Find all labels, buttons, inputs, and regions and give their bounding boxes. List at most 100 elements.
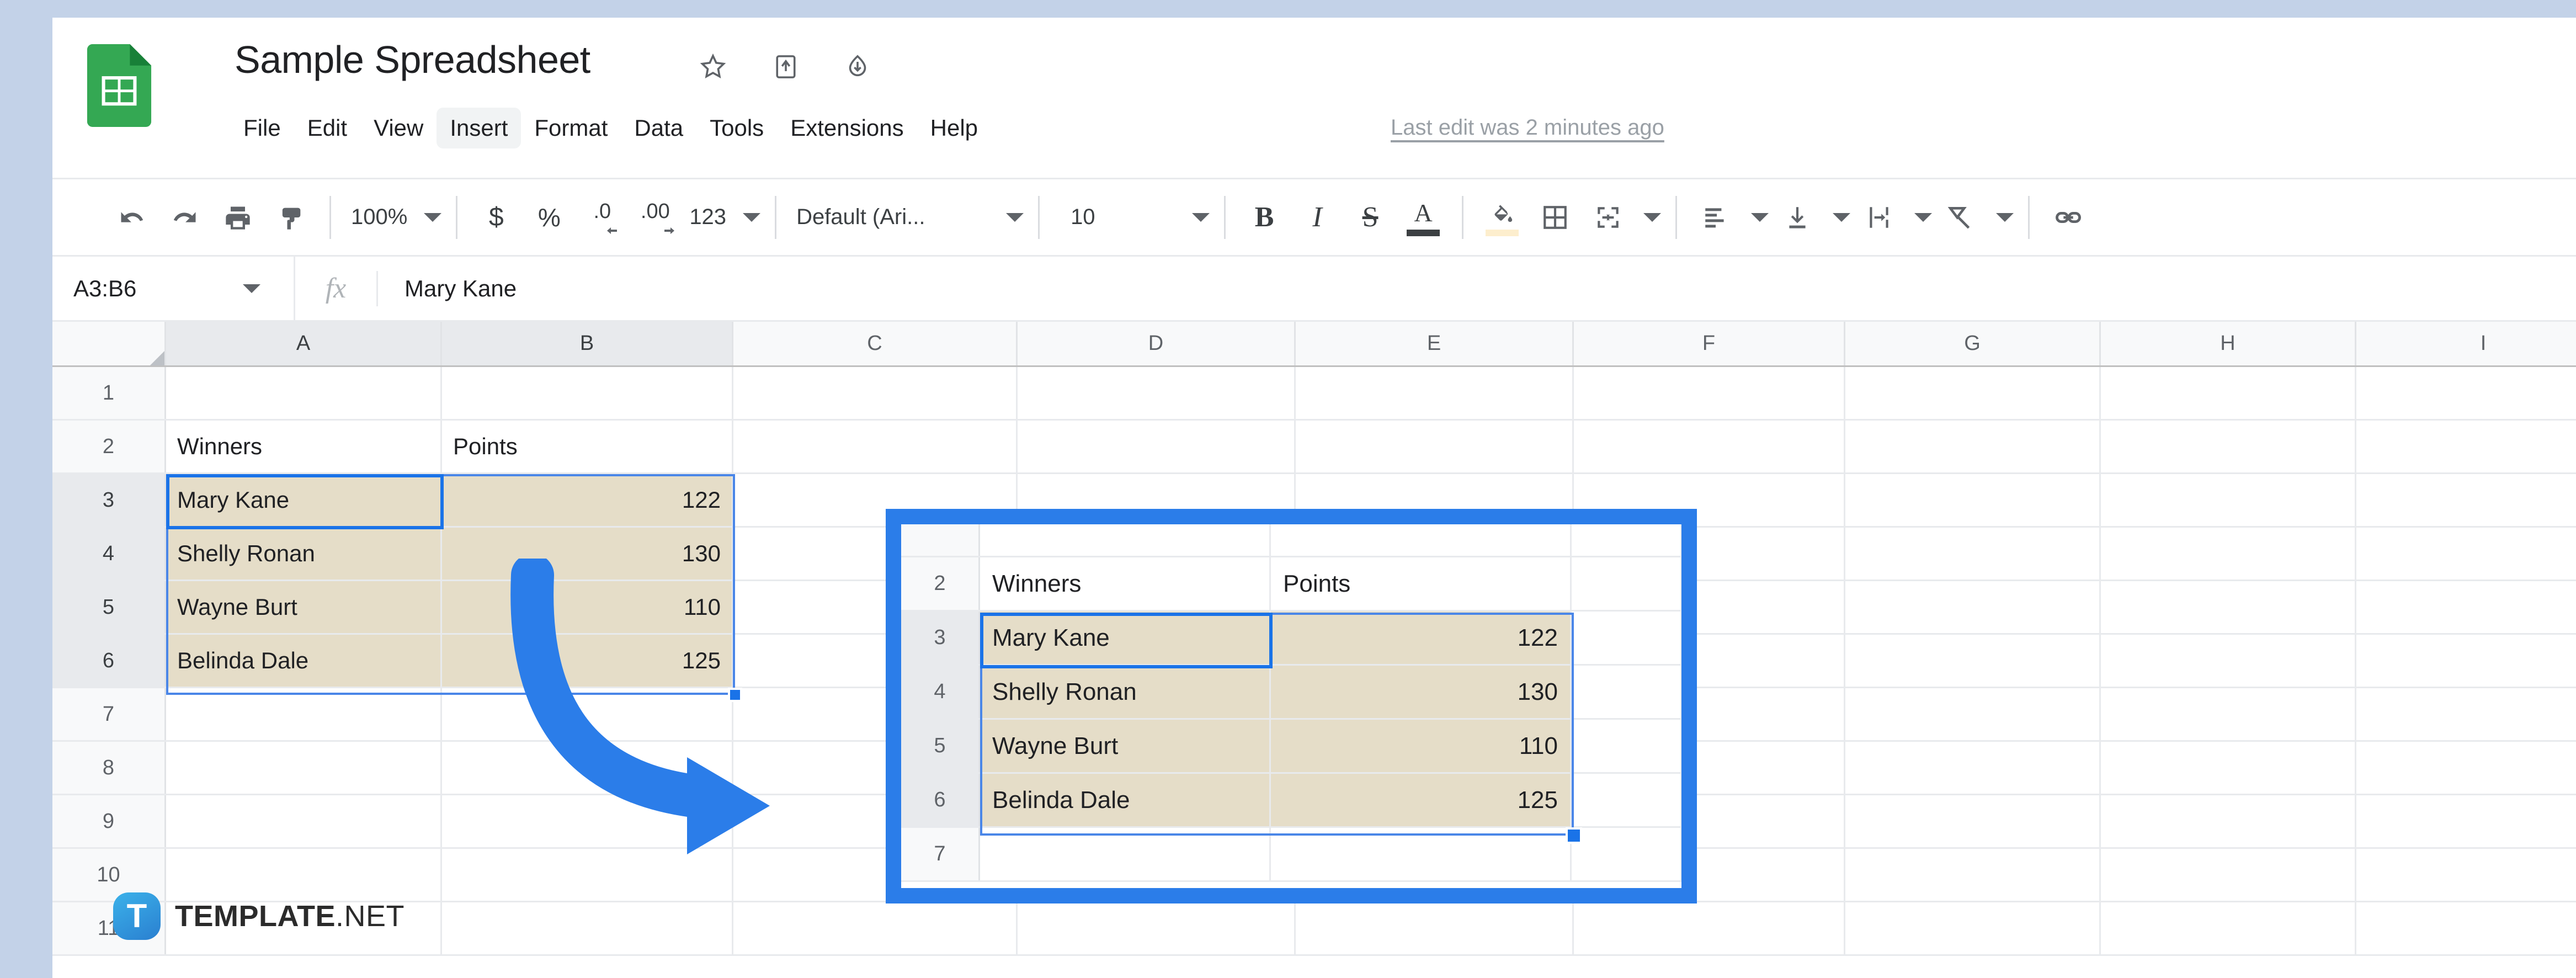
insert-link-icon[interactable] bbox=[2042, 190, 2095, 245]
menu-item-format[interactable]: Format bbox=[521, 108, 621, 148]
toolbar-divider bbox=[1038, 195, 1040, 239]
zoom-value[interactable]: 100% bbox=[343, 190, 415, 245]
menu-bar: File Edit View Insert Format Data Tools … bbox=[230, 108, 991, 148]
move-to-folder-icon[interactable] bbox=[771, 52, 801, 82]
paint-format-icon[interactable] bbox=[264, 190, 317, 245]
cell-b2[interactable]: Points bbox=[442, 421, 733, 472]
text-rotation-icon[interactable] bbox=[1934, 190, 1987, 245]
column-header-g[interactable]: G bbox=[1845, 322, 2101, 365]
cloud-saved-icon[interactable] bbox=[843, 52, 872, 82]
row-header-6[interactable]: 6 bbox=[52, 635, 166, 687]
column-header-f[interactable]: F bbox=[1574, 322, 1845, 365]
callout-row-header-7: 7 bbox=[901, 828, 980, 880]
callout-row-header-2: 2 bbox=[901, 557, 980, 610]
row-header-5[interactable]: 5 bbox=[52, 581, 166, 633]
merge-cells-icon[interactable] bbox=[1582, 190, 1635, 245]
toolbar-divider bbox=[1224, 195, 1226, 239]
increase-decimal-icon[interactable]: .00 bbox=[629, 190, 682, 245]
currency-icon[interactable]: $ bbox=[470, 190, 523, 245]
menu-item-file[interactable]: File bbox=[230, 108, 294, 148]
redo-icon[interactable] bbox=[158, 190, 211, 245]
chevron-down-icon[interactable] bbox=[1996, 212, 2014, 222]
text-wrap-icon[interactable] bbox=[1853, 190, 1906, 245]
merge-cells-control[interactable] bbox=[1582, 190, 1663, 245]
row-header-2[interactable]: 2 bbox=[52, 421, 166, 472]
text-rotation-control[interactable] bbox=[1934, 190, 2016, 245]
menu-item-edit[interactable]: Edit bbox=[294, 108, 360, 148]
number-format-control[interactable]: 123 bbox=[682, 190, 763, 245]
strikethrough-icon[interactable]: S bbox=[1344, 190, 1397, 245]
callout-cell-a5: Wayne Burt bbox=[980, 720, 1271, 772]
row-header-7[interactable]: 7 bbox=[52, 688, 166, 740]
font-family-control[interactable]: Default (Ari... bbox=[789, 190, 1026, 245]
vertical-align-icon[interactable] bbox=[1771, 190, 1824, 245]
cell-a4[interactable]: Shelly Ronan bbox=[166, 528, 442, 580]
callout-cell-b6: 125 bbox=[1271, 774, 1572, 826]
menu-item-data[interactable]: Data bbox=[621, 108, 696, 148]
fill-color-icon[interactable] bbox=[1476, 190, 1529, 245]
callout-row-header-5: 5 bbox=[901, 720, 980, 772]
font-size-value[interactable]: 10 bbox=[1052, 190, 1103, 245]
cell-a2[interactable]: Winners bbox=[166, 421, 442, 472]
star-icon[interactable] bbox=[698, 52, 728, 82]
horizontal-align-control[interactable] bbox=[1689, 190, 1771, 245]
row-header-9[interactable]: 9 bbox=[52, 795, 166, 847]
select-all-corner[interactable] bbox=[52, 322, 166, 365]
decrease-decimal-icon[interactable]: .0 bbox=[576, 190, 629, 245]
zoom-control[interactable]: 100% bbox=[343, 190, 444, 245]
chevron-down-icon[interactable] bbox=[1643, 212, 1662, 222]
text-color-icon[interactable]: A bbox=[1397, 190, 1450, 245]
horizontal-align-icon[interactable] bbox=[1689, 190, 1742, 245]
vertical-align-control[interactable] bbox=[1771, 190, 1853, 245]
chevron-down-icon[interactable] bbox=[1192, 212, 1210, 222]
sheets-icon[interactable] bbox=[87, 44, 152, 127]
column-header-c[interactable]: C bbox=[733, 322, 1018, 365]
chevron-down-icon[interactable] bbox=[1751, 212, 1769, 222]
column-header-i[interactable]: I bbox=[2356, 322, 2576, 365]
bold-icon[interactable]: B bbox=[1238, 190, 1291, 245]
menu-item-tools[interactable]: Tools bbox=[696, 108, 777, 148]
toolbar-divider bbox=[1462, 195, 1464, 239]
column-header-d[interactable]: D bbox=[1018, 322, 1296, 365]
cell-a6[interactable]: Belinda Dale bbox=[166, 635, 442, 687]
column-header-e[interactable]: E bbox=[1296, 322, 1574, 365]
column-header-a[interactable]: A bbox=[166, 322, 442, 365]
font-family-value[interactable]: Default (Ari... bbox=[789, 190, 933, 245]
toolbar: 100% $ % .0 .00 123 Default (Ari... 10 B… bbox=[52, 178, 2576, 257]
text-wrap-control[interactable] bbox=[1853, 190, 1934, 245]
row-header-1[interactable]: 1 bbox=[52, 367, 166, 419]
zoom-callout-panel: 2 Winners Points 3 Mary Kane 122 4 Shell… bbox=[886, 509, 1697, 903]
decrease-decimal-label: .0 bbox=[593, 200, 611, 223]
chevron-down-icon[interactable] bbox=[743, 212, 761, 222]
percent-icon[interactable]: % bbox=[523, 190, 576, 245]
menu-item-view[interactable]: View bbox=[360, 108, 437, 148]
cell-b3[interactable]: 122 bbox=[442, 474, 733, 526]
chevron-down-icon[interactable] bbox=[1006, 212, 1024, 222]
column-header-h[interactable]: H bbox=[2101, 322, 2356, 365]
cell-a5[interactable]: Wayne Burt bbox=[166, 581, 442, 633]
chevron-down-icon[interactable] bbox=[243, 284, 260, 293]
formula-input[interactable]: Mary Kane bbox=[378, 275, 517, 302]
row-header-3[interactable]: 3 bbox=[52, 474, 166, 526]
font-size-control[interactable]: 10 bbox=[1052, 190, 1212, 245]
column-header-b[interactable]: B bbox=[442, 322, 733, 365]
menu-item-help[interactable]: Help bbox=[917, 108, 991, 148]
menu-item-insert[interactable]: Insert bbox=[437, 108, 521, 148]
row-header-8[interactable]: 8 bbox=[52, 742, 166, 794]
chevron-down-icon[interactable] bbox=[1914, 212, 1933, 222]
document-title[interactable]: Sample Spreadsheet bbox=[235, 38, 590, 82]
italic-icon[interactable]: I bbox=[1291, 190, 1344, 245]
row-header-4[interactable]: 4 bbox=[52, 528, 166, 580]
menu-item-extensions[interactable]: Extensions bbox=[777, 108, 917, 148]
borders-icon[interactable] bbox=[1529, 190, 1582, 245]
number-format-value[interactable]: 123 bbox=[682, 190, 734, 245]
list-item: 6 Belinda Dale 125 bbox=[901, 774, 1681, 828]
callout-grid: 2 Winners Points 3 Mary Kane 122 4 Shell… bbox=[901, 524, 1681, 888]
print-icon[interactable] bbox=[211, 190, 264, 245]
chevron-down-icon[interactable] bbox=[1833, 212, 1851, 222]
last-edit-status[interactable]: Last edit was 2 minutes ago bbox=[1391, 115, 1664, 140]
chevron-down-icon[interactable] bbox=[424, 212, 442, 222]
undo-icon[interactable] bbox=[105, 190, 158, 245]
cell-a3[interactable]: Mary Kane bbox=[166, 474, 442, 526]
name-box[interactable]: A3:B6 bbox=[52, 257, 295, 320]
